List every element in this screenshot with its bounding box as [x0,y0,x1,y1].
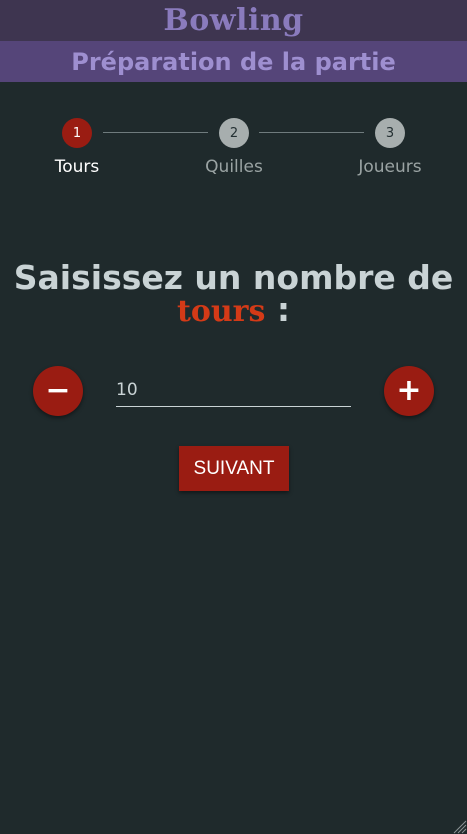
app-title: Bowling [0,0,467,41]
page-subtitle: Préparation de la partie [0,41,467,82]
step-1-label[interactable]: Tours [17,157,137,177]
minus-icon: − [45,373,71,408]
plus-icon: + [396,373,422,408]
step-2-label[interactable]: Quilles [174,157,294,177]
prompt-colon: : [265,290,291,329]
step-1-circle[interactable]: 1 [62,118,92,148]
step-3-circle[interactable]: 3 [375,118,405,148]
step-2-circle[interactable]: 2 [219,118,249,148]
step-connector-2-3 [259,132,364,133]
prompt-text: Saisissez un nombre de [13,258,454,297]
increment-button[interactable]: + [384,366,434,416]
prompt-highlight: tours [176,294,266,329]
next-button[interactable]: SUIVANT [179,446,289,491]
decrement-button[interactable]: − [33,366,83,416]
tours-count-input[interactable] [116,374,351,407]
step-connector-1-2 [103,132,208,133]
stepper: 1 2 3 Tours Quilles Joueurs [0,118,467,188]
resize-grip-icon[interactable] [451,818,467,834]
step-3-label[interactable]: Joueurs [330,157,450,177]
prompt-heading: Saisissez un nombre de tours : [0,261,467,329]
